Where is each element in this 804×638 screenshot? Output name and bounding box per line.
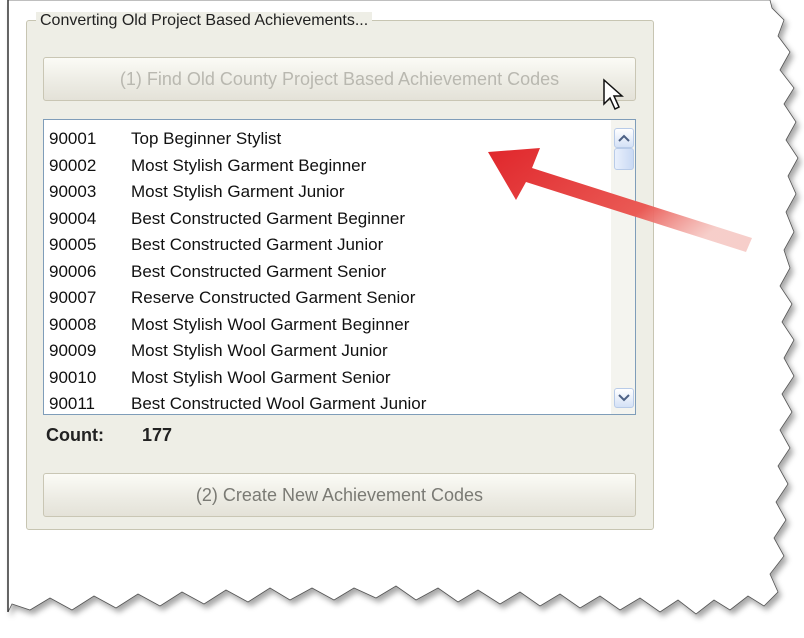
mouse-pointer-icon bbox=[603, 78, 624, 111]
screenshot-stage: Converting Old Project Based Achievement… bbox=[0, 0, 804, 638]
red-arrow-icon bbox=[488, 148, 752, 252]
